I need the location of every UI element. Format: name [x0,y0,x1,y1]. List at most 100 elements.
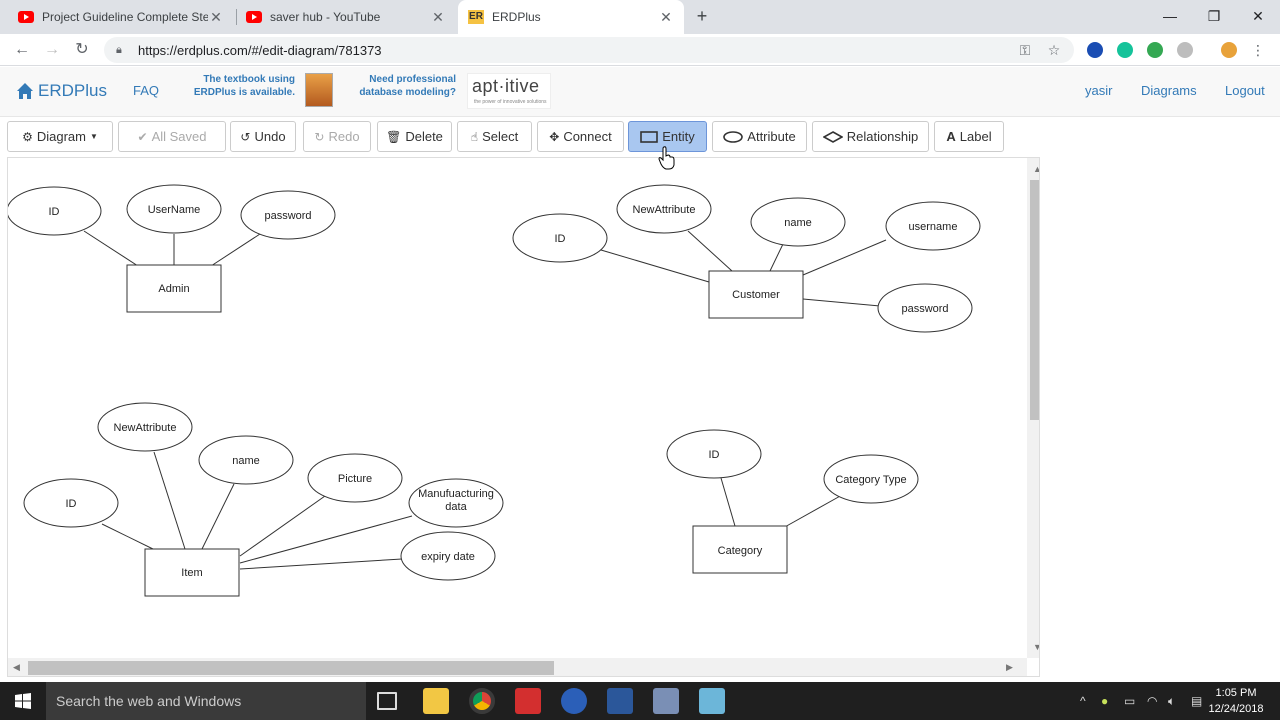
diagram-canvas[interactable]: ID UserName password Admin ID NewAttribu… [7,157,1040,677]
logout-link[interactable]: Logout [1225,83,1265,98]
window-close-icon[interactable]: ✕ [1236,0,1280,32]
scroll-down-icon[interactable]: ▼ [1033,642,1039,652]
star-icon[interactable]: ☆ [1044,40,1064,60]
acrobat-icon[interactable] [515,688,541,714]
wifi-icon[interactable]: ◠ [1147,694,1157,708]
app-icon[interactable] [699,688,725,714]
attribute-label: password [264,210,311,222]
horizontal-scroll-thumb[interactable] [28,661,554,675]
diagrams-link[interactable]: Diagrams [1141,83,1197,98]
new-tab-icon[interactable]: + [692,6,712,26]
clock[interactable]: 1:05 PM 12/24/2018 [1208,685,1264,717]
redo-button[interactable]: ↻ Redo [303,121,371,152]
file-explorer-icon[interactable] [423,688,449,714]
notification-icon[interactable]: ▤ [1191,694,1202,708]
tab-title: saver hub - YouTube [270,10,381,24]
move-arrows-icon: ✥ [549,129,560,144]
database-modeling-promo[interactable]: Need professional database modeling? [356,73,456,99]
tab-title: Project Guideline Complete Step [42,10,208,24]
url-text: https://erdplus.com/#/edit-diagram/78137… [138,42,382,58]
check-icon: ✔ [137,129,148,144]
scroll-right-icon[interactable]: ▶ [1006,662,1013,673]
forward-icon[interactable]: → [40,39,64,61]
windows-start-icon[interactable] [0,682,46,720]
label-button[interactable]: A Label [934,121,1004,152]
hand-pointer-icon: ☝ [470,129,479,144]
aptitive-logo[interactable]: apt·itive the power of innovative soluti… [467,73,551,109]
browser-tab-active[interactable]: ER ERDPlus ✕ [458,0,684,34]
diagram-menu-button[interactable]: ⚙ Diagram ▼ [7,121,113,152]
attribute-label: name [232,455,260,467]
attribute-label: expiry date [421,551,475,563]
lock-icon: 🔒︎ [116,43,122,56]
drive-extension-icon[interactable] [1177,42,1193,58]
attribute-label: ID [66,498,77,510]
faq-link[interactable]: FAQ [133,83,159,98]
diagram-toolbar: ⚙ Diagram ▼ ✔ All Saved ↺ Undo ↻ Redo 🗑︎… [0,117,1280,157]
attribute-button[interactable]: Attribute [712,121,807,152]
app-icon[interactable] [653,688,679,714]
taskbar: Search the web and Windows ^ ● ▭ ◠ 🔈︎ ▤ … [0,682,1280,720]
browser-tab[interactable]: saver hub - YouTube ✕ [236,0,456,34]
clock-date: 12/24/2018 [1208,703,1264,715]
battery-icon[interactable]: ▭ [1124,694,1135,708]
attribute-label: password [901,303,948,315]
user-link[interactable]: yasir [1085,83,1112,98]
trash-icon: 🗑︎ [386,129,402,144]
word-icon[interactable] [607,688,633,714]
checkmark-extension-icon[interactable] [1147,42,1163,58]
all-saved-button[interactable]: ✔ All Saved [118,121,226,152]
tab-title: ERDPlus [492,10,541,24]
browser-tab[interactable]: Project Guideline Complete Step ✕ [8,0,234,34]
extension-icon[interactable] [1087,42,1103,58]
attribute-label: UserName [148,204,201,216]
relationship-button[interactable]: Relationship [812,121,929,152]
browser-tab-strip: Project Guideline Complete Step ✕ saver … [0,0,1280,34]
entity-label: Customer [732,289,780,301]
entity-label: Item [181,567,202,579]
attribute-label: ID [709,449,720,461]
minimize-icon[interactable]: — [1148,0,1192,32]
text-icon: A [946,129,956,144]
textbook-cover-image[interactable] [305,73,333,107]
youtube-icon [246,9,262,25]
chrome-extension-icon[interactable] [1221,42,1237,58]
taskbar-search-input[interactable]: Search the web and Windows [46,682,366,720]
er-diagram[interactable]: ID UserName password Admin ID NewAttribu… [8,158,1027,658]
select-button[interactable]: ☝ Select [457,121,532,152]
youtube-icon [18,9,34,25]
clock-time: 1:05 PM [1215,687,1257,699]
scroll-up-icon[interactable]: ▲ [1033,164,1039,174]
reload-icon[interactable]: ↻ [70,39,94,61]
restore-icon[interactable]: ❐ [1192,0,1236,32]
textbook-promo[interactable]: The textbook using ERDPlus is available. [190,73,295,99]
key-icon[interactable]: ⚿ [1015,40,1035,60]
close-icon[interactable]: ✕ [658,9,674,26]
task-view-icon[interactable] [377,692,397,710]
browser-globe-icon[interactable] [561,688,587,714]
volume-icon[interactable]: 🔈︎ [1168,694,1175,709]
hand-cursor-icon [658,146,675,170]
tray-app-icon[interactable]: ● [1101,694,1108,708]
connect-button[interactable]: ✥ Connect [537,121,624,152]
attribute-label: NewAttribute [114,422,177,434]
menu-dots-icon[interactable]: ⋮ [1248,40,1268,60]
back-icon[interactable]: ← [10,39,34,61]
attribute-label: username [909,221,958,233]
undo-button[interactable]: ↺ Undo [230,121,296,152]
close-icon[interactable]: ✕ [208,9,224,26]
close-icon[interactable]: ✕ [430,9,446,26]
grammarly-icon[interactable] [1117,42,1133,58]
brand-name: ERDPlus [38,81,107,100]
address-bar[interactable]: 🔒︎ https://erdplus.com/#/edit-diagram/78… [104,37,1074,63]
entity-label: Admin [158,283,189,295]
delete-button[interactable]: 🗑︎ Delete [377,121,452,152]
brand-link[interactable]: ERDPlus [16,81,107,101]
chrome-icon[interactable] [469,688,495,714]
rectangle-icon [640,130,659,143]
attribute-label: Picture [338,473,372,485]
scroll-left-icon[interactable]: ◀ [13,662,20,673]
app-header: ERDPlus FAQ The textbook using ERDPlus i… [0,67,1280,117]
vertical-scroll-thumb[interactable] [1030,180,1039,420]
chevron-up-icon[interactable]: ^ [1080,694,1086,708]
